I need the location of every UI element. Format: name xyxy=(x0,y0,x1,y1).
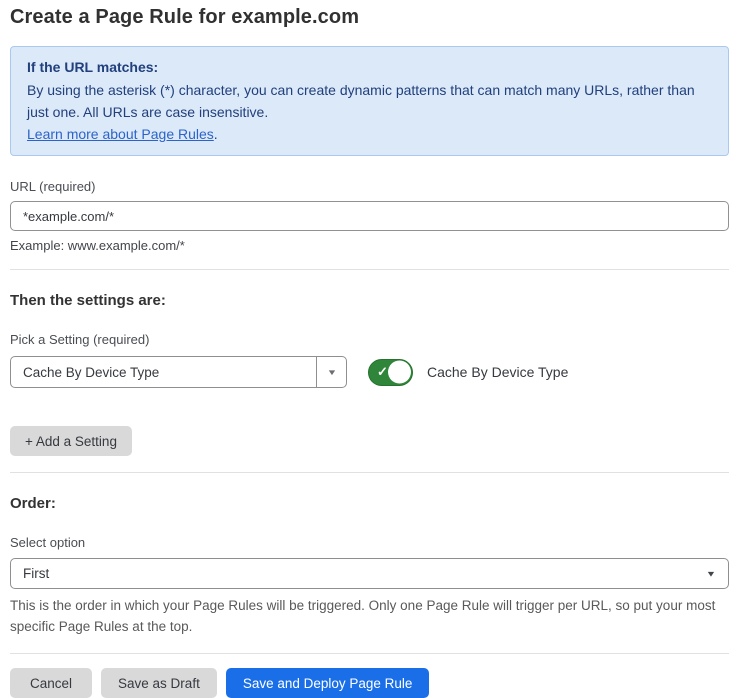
section-divider xyxy=(10,472,729,473)
save-as-draft-button[interactable]: Save as Draft xyxy=(101,668,217,698)
save-and-deploy-button[interactable]: Save and Deploy Page Rule xyxy=(226,668,430,698)
pick-setting-label: Pick a Setting (required) xyxy=(10,332,729,347)
info-box-body: By using the asterisk (*) character, you… xyxy=(27,79,707,123)
setting-toggle-label: Cache By Device Type xyxy=(427,364,568,380)
setting-select-arrow-section[interactable]: ▼ xyxy=(316,357,346,387)
chevron-down-icon: ▼ xyxy=(326,368,337,377)
settings-section-heading: Then the settings are: xyxy=(10,292,729,309)
toggle-knob xyxy=(388,361,411,384)
order-section-heading: Order: xyxy=(10,495,729,512)
order-select-label: Select option xyxy=(10,535,729,550)
section-divider xyxy=(10,269,729,270)
order-select-value: First xyxy=(11,566,49,581)
info-box-link-line: Learn more about Page Rules. xyxy=(27,123,712,145)
url-input[interactable] xyxy=(10,201,729,231)
setting-select-value: Cache By Device Type xyxy=(11,365,316,380)
page-title: Create a Page Rule for example.com xyxy=(10,6,729,29)
link-period: . xyxy=(214,126,218,142)
url-field-label: URL (required) xyxy=(10,179,729,194)
url-field-helper: Example: www.example.com/* xyxy=(10,238,729,253)
footer-actions: Cancel Save as Draft Save and Deploy Pag… xyxy=(10,668,729,698)
url-match-info-box: If the URL matches: By using the asteris… xyxy=(10,46,729,156)
learn-more-link[interactable]: Learn more about Page Rules xyxy=(27,126,214,142)
footer-divider xyxy=(10,653,729,654)
check-icon: ✓ xyxy=(377,365,388,378)
order-helper-text: This is the order in which your Page Rul… xyxy=(10,595,725,637)
order-select[interactable]: First ▼ xyxy=(10,558,729,589)
info-box-heading: If the URL matches: xyxy=(27,56,712,78)
setting-row: Cache By Device Type ▼ ✓ Cache By Device… xyxy=(10,356,729,388)
cancel-button[interactable]: Cancel xyxy=(10,668,92,698)
page-rule-form: Create a Page Rule for example.com If th… xyxy=(10,0,729,698)
chevron-down-icon: ▼ xyxy=(706,569,717,578)
setting-select[interactable]: Cache By Device Type ▼ xyxy=(10,356,347,388)
setting-toggle[interactable]: ✓ xyxy=(368,359,413,386)
add-setting-button[interactable]: + Add a Setting xyxy=(10,426,132,456)
